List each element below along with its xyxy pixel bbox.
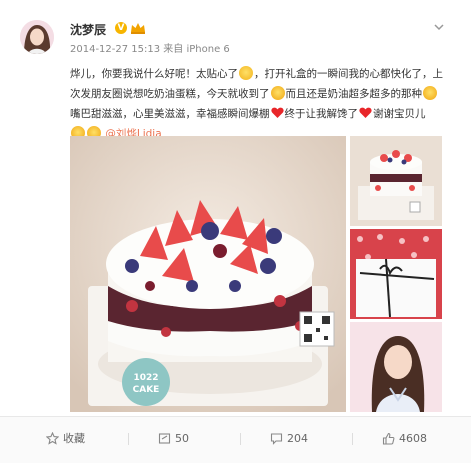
text-segment: 烨儿，你要我说什么好呢！太贴心了 — [70, 68, 238, 80]
text-segment: 嘴巴甜滋滋，心里美滋滋，幸福感瞬间爆棚 — [70, 108, 270, 120]
text-segment: 次发朋友圈说想吃奶油蛋糕，今天就收到了 — [70, 88, 270, 100]
cake-photo-thumb-1[interactable] — [350, 136, 442, 226]
gift-box-photo[interactable] — [350, 229, 442, 319]
cake-brand-label-2: CAKE — [133, 385, 160, 395]
favorite-label: 收藏 — [63, 432, 85, 445]
comment-count: 204 — [287, 432, 308, 445]
text-segment: 终于让我解馋了 — [284, 108, 359, 120]
repost-icon — [158, 433, 171, 444]
repost-count: 50 — [175, 432, 189, 445]
post-text-line-2: 次发朋友圈说想吃奶油蛋糕，今天就收到了 而且还是奶油超多超多的那种 — [70, 84, 450, 104]
divider — [128, 433, 129, 445]
grinning-emoji-icon — [423, 86, 437, 100]
divider — [240, 433, 241, 445]
like-button[interactable]: 4608 — [382, 431, 427, 447]
heart-icon — [270, 107, 284, 118]
crying-emoji-icon — [239, 66, 253, 80]
text-segment: 谢谢宝贝儿 — [373, 108, 426, 120]
cake-brand-label: 1022 — [133, 373, 158, 383]
avatar[interactable] — [20, 20, 54, 54]
text-segment: ，打开礼盒的一瞬间我的心都快化了，上 — [254, 68, 443, 80]
post-meta: 2014-12-27 15:13 来自 iPhone 6 — [70, 44, 230, 55]
heart-icon — [359, 107, 372, 118]
weibo-post-card: 沈梦辰 V 2014-12-27 15:13 来自 iPhone 6 烨儿，你要… — [0, 0, 471, 463]
post-text-line-1: 烨儿，你要我说什么好呢！太贴心了 ，打开礼盒的一瞬间我的心都快化了，上 — [70, 64, 450, 84]
action-bar: 收藏 50 204 4608 — [0, 416, 471, 463]
author-name[interactable]: 沈梦辰 — [70, 21, 106, 38]
grinning-emoji-icon — [270, 86, 285, 100]
text-segment: 而且还是奶油超多超多的那种 — [285, 88, 423, 100]
post-text-line-3: 嘴巴甜滋滋，心里美滋滋，幸福感瞬间爆棚 终于让我解馋了 谢谢宝贝儿 — [70, 104, 450, 124]
divider — [352, 433, 353, 445]
cake-photo-main[interactable]: 1022 CAKE — [70, 136, 346, 412]
comment-button[interactable]: 204 — [270, 431, 308, 447]
repost-button[interactable]: 50 — [158, 431, 189, 447]
post-text: 烨儿，你要我说什么好呢！太贴心了 ，打开礼盒的一瞬间我的心都快化了，上 次发朋友圈… — [70, 64, 450, 144]
star-icon — [45, 431, 60, 445]
like-count: 4608 — [399, 432, 427, 445]
favorite-button[interactable]: 收藏 — [45, 431, 85, 447]
crown-badge-icon — [131, 23, 145, 34]
chevron-down-icon[interactable] — [432, 20, 446, 34]
verified-v-icon: V — [115, 22, 127, 34]
like-icon — [382, 432, 395, 445]
portrait-photo[interactable] — [350, 322, 442, 412]
comment-icon — [270, 433, 283, 445]
